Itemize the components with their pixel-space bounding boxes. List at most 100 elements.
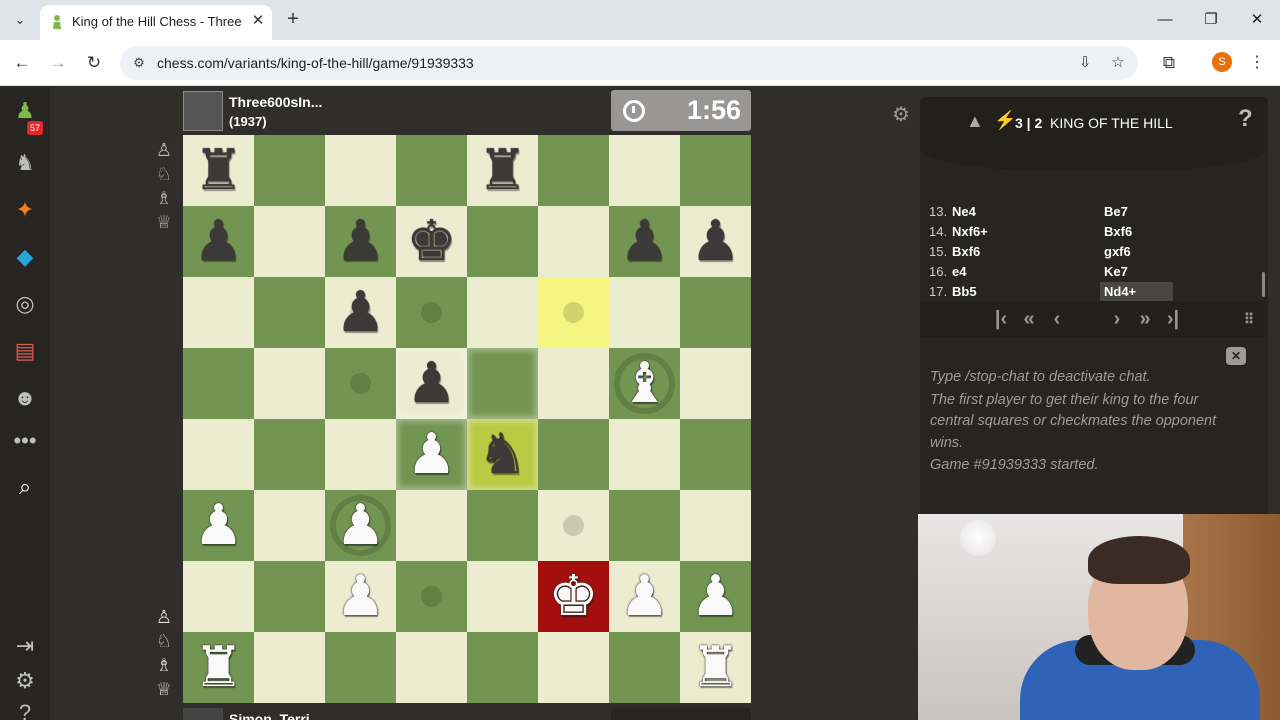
square-g8[interactable]	[254, 632, 325, 703]
black-pawn-icon[interactable]: ♟	[680, 206, 751, 277]
white-pawn-icon[interactable]: ♟	[680, 561, 751, 632]
tab-close-icon[interactable]: ✕	[248, 11, 268, 31]
move-hint-dot[interactable]	[563, 302, 584, 323]
white-move[interactable]: Nxf6+	[952, 224, 988, 239]
install-app-icon[interactable]: ⇩	[1075, 53, 1095, 73]
square-e4[interactable]: ♟	[396, 348, 467, 419]
square-e2[interactable]: ♚	[396, 206, 467, 277]
square-c6[interactable]	[538, 490, 609, 561]
square-h7[interactable]	[183, 561, 254, 632]
square-c5[interactable]	[538, 419, 609, 490]
move-list-scrollbar[interactable]	[1262, 272, 1265, 297]
board-settings-icon[interactable]: ⚙	[890, 104, 912, 126]
square-f6[interactable]: ♟	[325, 490, 396, 561]
white-rook-icon[interactable]: ♜	[183, 632, 254, 703]
square-e1[interactable]	[396, 135, 467, 206]
square-d2[interactable]	[467, 206, 538, 277]
white-pawn-icon[interactable]: ♟	[396, 419, 467, 490]
square-a6[interactable]	[680, 490, 751, 561]
forward-icon[interactable]: →	[46, 51, 70, 75]
move-hint-dot[interactable]	[563, 515, 584, 536]
square-f5[interactable]	[325, 419, 396, 490]
social-icon[interactable]: ☻	[9, 382, 41, 414]
black-rook-icon[interactable]: ♜	[183, 135, 254, 206]
search-icon[interactable]: ⌕	[9, 471, 41, 503]
square-b7[interactable]: ♟	[609, 561, 680, 632]
square-e7[interactable]	[396, 561, 467, 632]
square-d1[interactable]: ♜	[467, 135, 538, 206]
prev-move-icon[interactable]: ‹	[1044, 307, 1070, 331]
square-b4[interactable]: ♝	[609, 348, 680, 419]
square-a7[interactable]: ♟	[680, 561, 751, 632]
opponent-avatar[interactable]	[183, 91, 223, 131]
square-b2[interactable]: ♟	[609, 206, 680, 277]
white-king-icon[interactable]: ♚	[538, 561, 609, 632]
black-knight-icon[interactable]: ♞	[467, 419, 538, 490]
browser-tab[interactable]: King of the Hill Chess - Three600sInARow…	[40, 5, 272, 40]
square-g5[interactable]	[254, 419, 325, 490]
tab-search-icon[interactable]: ⌄	[8, 8, 32, 32]
learn-icon[interactable]: ◆	[9, 241, 41, 273]
square-e8[interactable]	[396, 632, 467, 703]
square-b5[interactable]	[609, 419, 680, 490]
reload-icon[interactable]: ↻	[82, 51, 106, 75]
site-info-icon[interactable]: ⚙	[130, 54, 148, 72]
browser-menu-icon[interactable]: ⋮	[1247, 51, 1267, 75]
square-f7[interactable]: ♟	[325, 561, 396, 632]
square-e3[interactable]	[396, 277, 467, 348]
settings-icon[interactable]: ⚙	[9, 665, 41, 697]
white-move[interactable]: Bb5	[952, 284, 977, 299]
black-pawn-icon[interactable]: ♟	[325, 206, 396, 277]
chess-board[interactable]: ♜ ♜ ♟ ♟ ♚ ♟ ♟ ♟ ♟ ♝ ♟ ♞ ♟ ♟ ♟ ♚ ♟ ♟ ♜ ♜	[183, 135, 751, 703]
square-c4[interactable]	[538, 348, 609, 419]
black-pawn-icon[interactable]: ♟	[396, 348, 467, 419]
more-icon[interactable]: •••	[9, 425, 41, 457]
square-g7[interactable]	[254, 561, 325, 632]
move-hint-dot[interactable]	[421, 302, 442, 323]
square-f3[interactable]: ♟	[325, 277, 396, 348]
next-move-icon[interactable]: ›	[1104, 307, 1130, 331]
minimize-icon[interactable]: —	[1150, 8, 1180, 32]
black-pawn-icon[interactable]: ♟	[609, 206, 680, 277]
black-move[interactable]: Be7	[1100, 202, 1132, 221]
square-b8[interactable]	[609, 632, 680, 703]
fast-back-icon[interactable]: «	[1016, 307, 1042, 331]
white-pawn-icon[interactable]: ♟	[325, 561, 396, 632]
square-b1[interactable]	[609, 135, 680, 206]
square-b6[interactable]	[609, 490, 680, 561]
square-g4[interactable]	[254, 348, 325, 419]
square-h5[interactable]	[183, 419, 254, 490]
square-c8[interactable]	[538, 632, 609, 703]
move-hint-dot[interactable]	[421, 586, 442, 607]
play-icon[interactable]: ♞	[9, 147, 41, 179]
white-pawn-icon[interactable]: ♟	[325, 490, 396, 561]
square-c2[interactable]	[538, 206, 609, 277]
square-a5[interactable]	[680, 419, 751, 490]
move-hint-dot[interactable]	[350, 373, 371, 394]
profile-avatar[interactable]: S	[1212, 52, 1232, 72]
first-move-icon[interactable]: |‹	[988, 307, 1014, 331]
omnibox[interactable]: ⚙ chess.com/variants/king-of-the-hill/ga…	[120, 46, 1138, 80]
url-text[interactable]: chess.com/variants/king-of-the-hill/game…	[157, 55, 474, 71]
opponent-name[interactable]: Three600sIn...	[229, 94, 322, 110]
bookmark-star-icon[interactable]: ☆	[1108, 53, 1128, 73]
chat-close-icon[interactable]: ✕	[1226, 347, 1246, 365]
square-h2[interactable]: ♟	[183, 206, 254, 277]
square-g1[interactable]	[254, 135, 325, 206]
puzzles-icon[interactable]: ✦	[9, 194, 41, 226]
square-d8[interactable]	[467, 632, 538, 703]
close-window-icon[interactable]: ✕	[1242, 8, 1272, 32]
player-avatar[interactable]	[183, 708, 223, 720]
white-bishop-icon[interactable]: ♝	[609, 348, 680, 419]
square-d3[interactable]	[467, 277, 538, 348]
square-e5[interactable]: ♟	[396, 419, 467, 490]
square-c3[interactable]	[538, 277, 609, 348]
square-g6[interactable]	[254, 490, 325, 561]
square-f4[interactable]	[325, 348, 396, 419]
white-pawn-icon[interactable]: ♟	[609, 561, 680, 632]
square-c7[interactable]: ♚	[538, 561, 609, 632]
square-d5[interactable]: ♞	[467, 419, 538, 490]
square-g3[interactable]	[254, 277, 325, 348]
help-icon[interactable]: ?	[1238, 105, 1253, 133]
black-move[interactable]: gxf6	[1100, 242, 1135, 261]
